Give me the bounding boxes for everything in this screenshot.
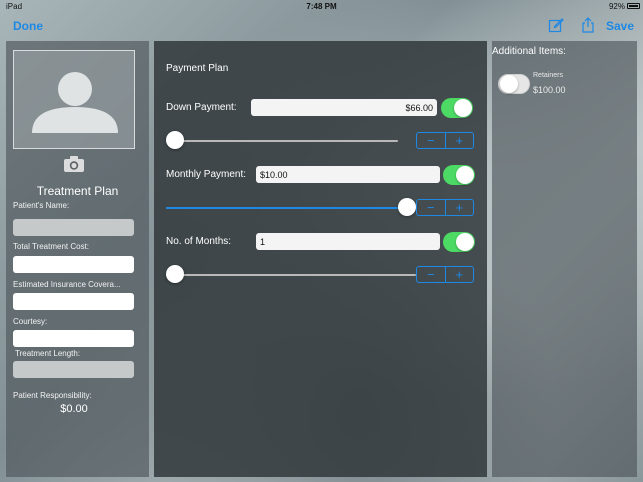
battery-percent: 92% <box>608 2 625 11</box>
status-bar: iPad 7:48 PM 92% <box>0 0 643 14</box>
insurance-coverage-label: Estimated Insurance Covera... <box>13 280 121 289</box>
toggle-knob <box>500 75 518 93</box>
treatment-plan-title: Treatment Plan <box>36 184 119 198</box>
monthly-payment-input[interactable] <box>256 166 440 183</box>
months-stepper: − + <box>416 266 474 283</box>
down-payment-stepper: − + <box>416 132 474 149</box>
retainers-toggle[interactable] <box>498 74 530 94</box>
toggle-knob <box>456 233 474 251</box>
decrement-button[interactable]: − <box>417 200 445 215</box>
treatment-length-field[interactable] <box>13 361 134 378</box>
save-button[interactable]: Save <box>606 19 634 33</box>
months-input[interactable] <box>256 233 440 250</box>
toggle-knob <box>456 166 474 184</box>
status-time: 7:48 PM <box>306 2 337 11</box>
increment-button[interactable]: + <box>444 267 474 282</box>
down-payment-toggle[interactable] <box>441 98 473 118</box>
increment-button[interactable]: + <box>444 200 474 215</box>
months-label: No. of Months: <box>166 236 232 247</box>
monthly-payment-label: Monthly Payment: <box>166 169 247 180</box>
payment-plan-title: Payment Plan <box>166 63 229 74</box>
additional-items-panel: Additional Items: Retainers $100.00 <box>492 41 637 477</box>
monthly-payment-toggle[interactable] <box>443 165 475 185</box>
slider-fill <box>166 207 407 209</box>
monthly-payment-slider[interactable] <box>166 198 416 218</box>
retainers-price: $100.00 <box>533 85 566 95</box>
down-payment-slider[interactable] <box>166 131 398 151</box>
decrement-button[interactable]: − <box>417 267 445 282</box>
patient-name-label: Patient's Name: <box>13 201 70 210</box>
additional-items-title: Additional Items: <box>492 46 566 57</box>
slider-thumb[interactable] <box>398 198 416 216</box>
treatment-plan-panel: Treatment Plan Patient's Name: Total Tre… <box>6 41 149 477</box>
decrement-button[interactable]: − <box>417 133 445 148</box>
compose-icon[interactable] <box>548 17 564 33</box>
total-cost-field[interactable] <box>13 256 134 273</box>
slider-thumb[interactable] <box>166 131 184 149</box>
monthly-payment-stepper: − + <box>416 199 474 216</box>
months-toggle[interactable] <box>443 232 475 252</box>
share-icon[interactable] <box>580 17 596 33</box>
slider-track <box>166 274 416 276</box>
total-cost-label: Total Treatment Cost: <box>13 242 90 251</box>
camera-icon[interactable] <box>63 155 85 173</box>
courtesy-label: Courtesy: <box>13 317 48 326</box>
retainers-label: Retainers <box>533 72 563 79</box>
slider-track <box>166 140 398 142</box>
increment-button[interactable]: + <box>444 133 474 148</box>
down-payment-label: Down Payment: <box>166 102 237 113</box>
patient-responsibility-label: Patient Responsibility: <box>13 391 92 400</box>
courtesy-field[interactable] <box>13 330 134 347</box>
treatment-length-label: Treatment Length: <box>15 349 81 358</box>
patient-photo[interactable] <box>13 50 135 149</box>
payment-plan-panel: Payment Plan Down Payment: − + Monthly P… <box>154 41 487 477</box>
insurance-coverage-field[interactable] <box>13 293 134 310</box>
slider-thumb[interactable] <box>166 265 184 283</box>
down-payment-input[interactable] <box>251 99 437 116</box>
patient-name-field[interactable] <box>13 219 134 236</box>
avatar-placeholder-icon <box>32 72 118 133</box>
toggle-knob <box>454 99 472 117</box>
done-button[interactable]: Done <box>13 19 43 33</box>
months-slider[interactable] <box>166 265 416 285</box>
patient-responsibility-value: $0.00 <box>60 403 88 415</box>
battery-icon <box>627 3 640 9</box>
